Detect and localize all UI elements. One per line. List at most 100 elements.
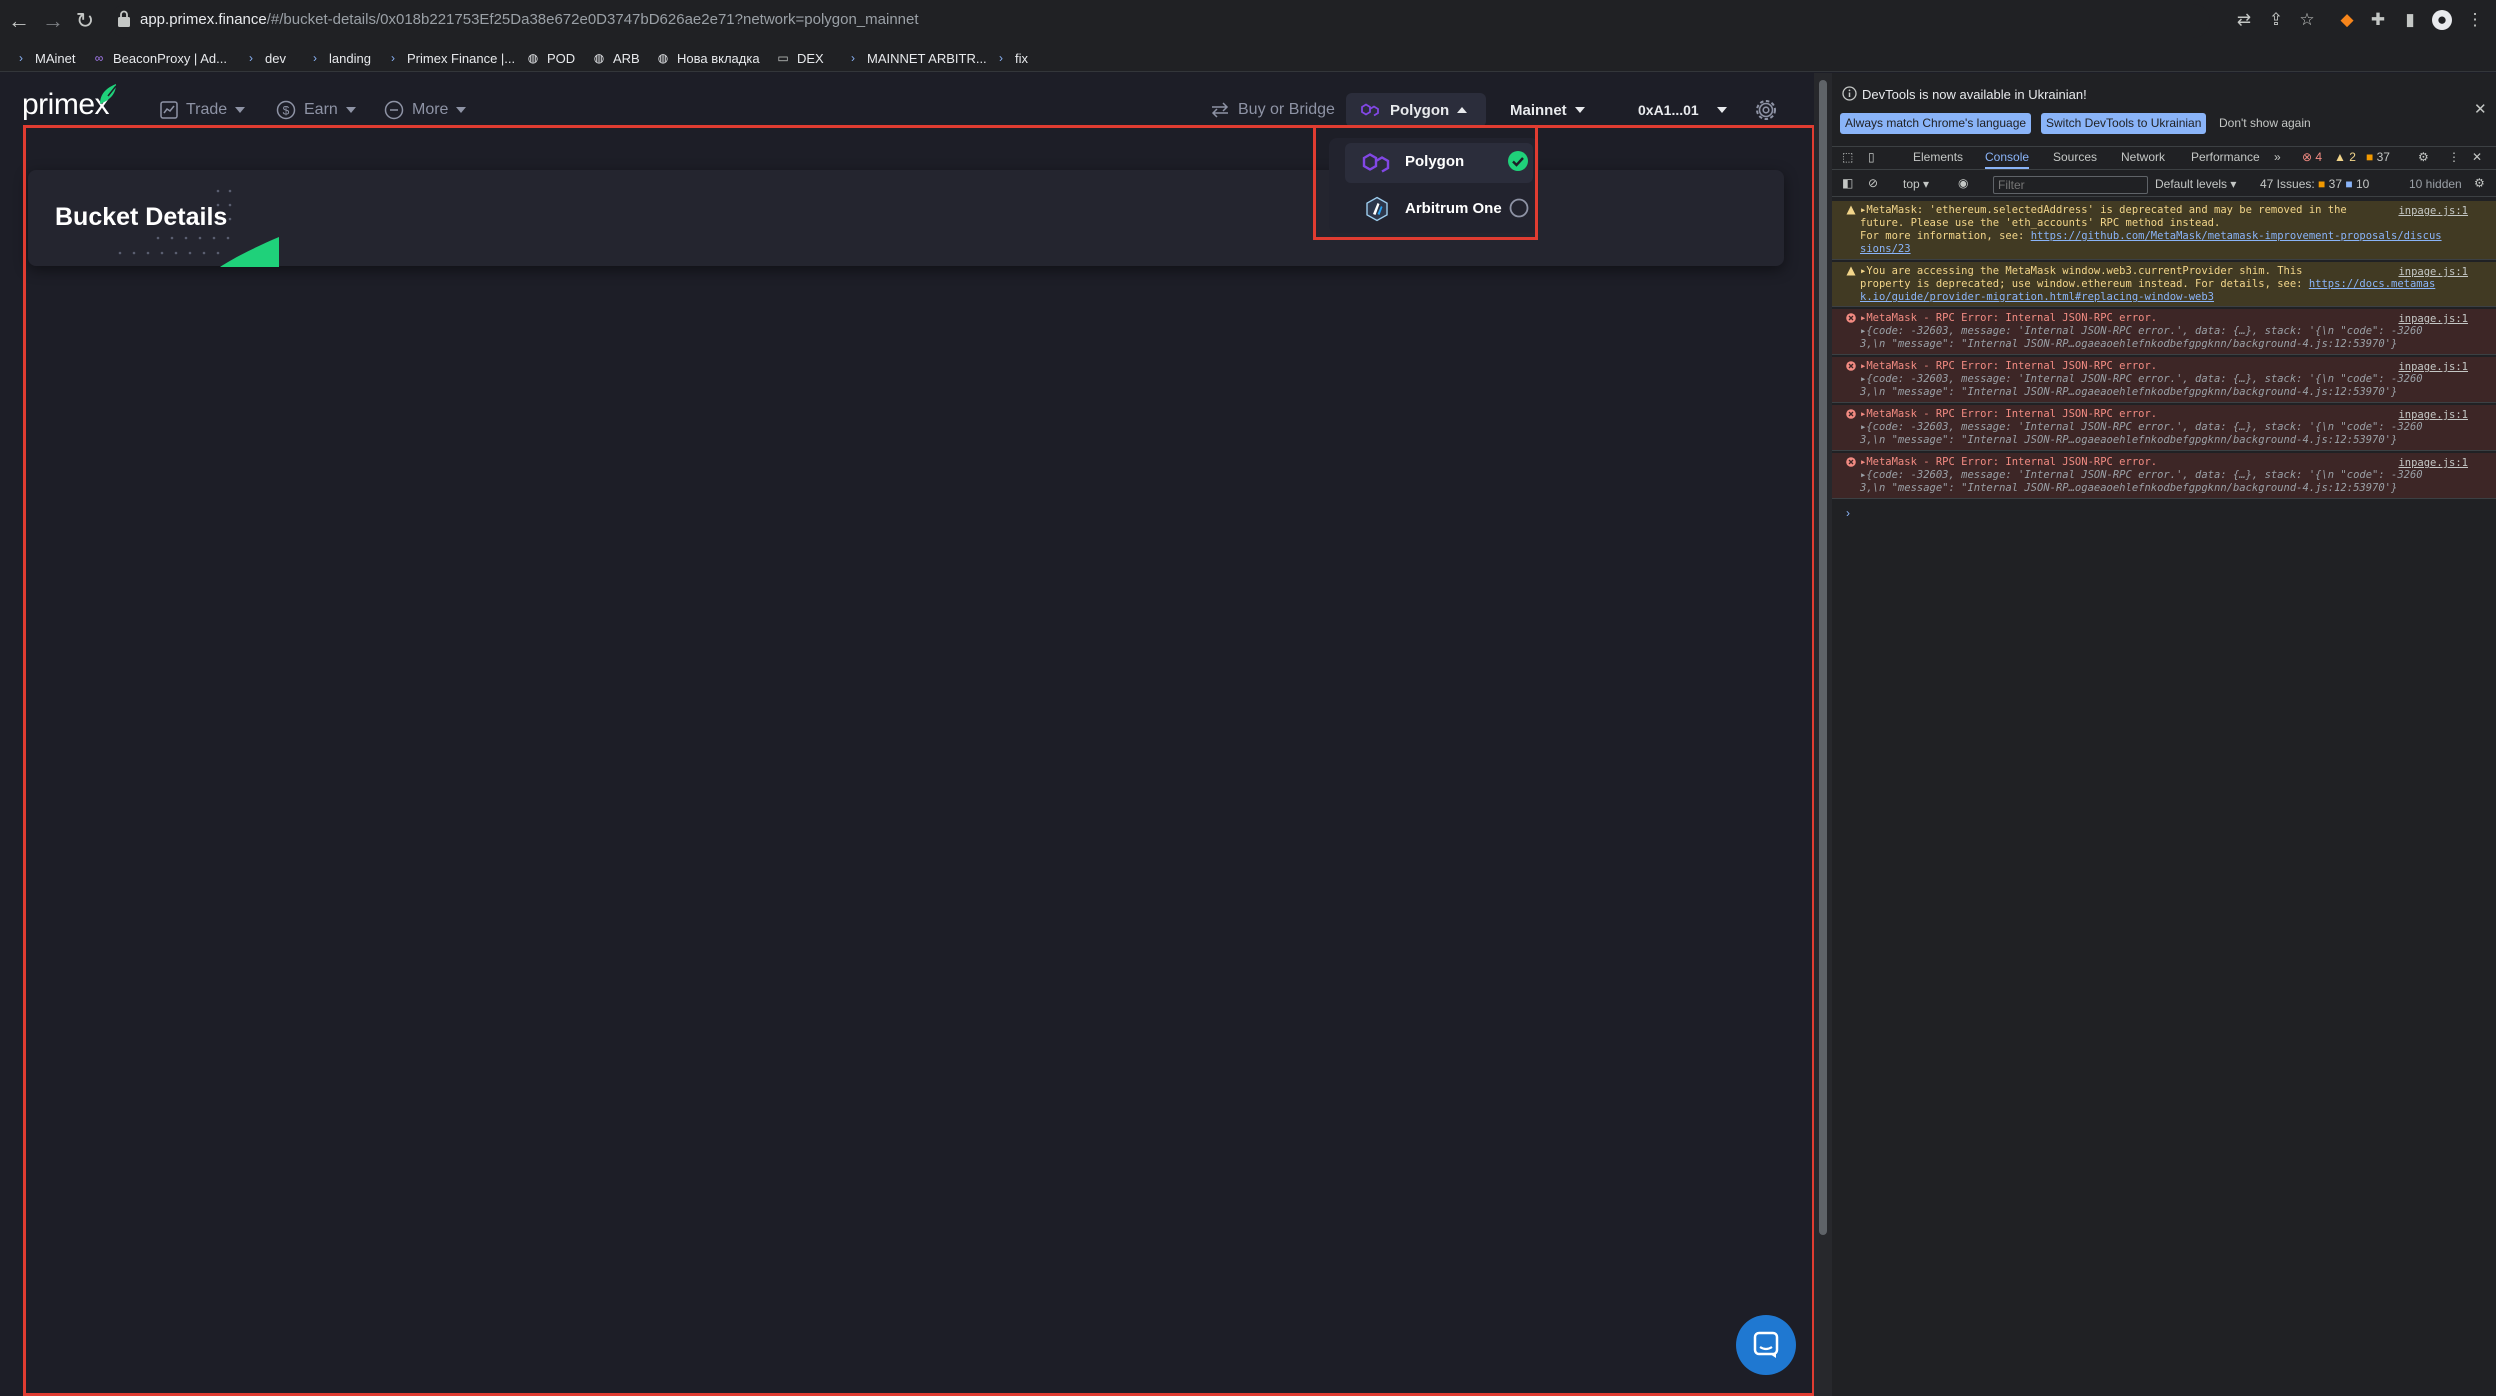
error-icon <box>1846 361 1856 371</box>
tab-performance[interactable]: Performance <box>2191 150 2260 164</box>
chevron-right-icon: › <box>391 51 395 65</box>
reload-icon[interactable]: ↻ <box>70 6 100 36</box>
console-filter-input[interactable] <box>1993 176 2148 194</box>
nav-trade[interactable]: Trade <box>160 98 246 122</box>
tab-network[interactable]: Network <box>2121 150 2165 164</box>
chat-support-button[interactable] <box>1736 1315 1796 1375</box>
url-path: /#/bucket-details/0x018b221753Ef25Da38e6… <box>266 11 919 28</box>
bookmark-star-icon[interactable]: ☆ <box>2297 10 2317 30</box>
back-arrow-icon[interactable]: ← <box>4 6 34 36</box>
eye-icon[interactable]: ◉ <box>1958 176 1968 190</box>
issues-warn-count: 37 <box>2328 177 2342 191</box>
primex-logo[interactable]: primex <box>22 88 110 122</box>
issues-count: 37 <box>2376 150 2390 164</box>
clear-console-icon[interactable]: ⊘ <box>1868 176 1878 190</box>
settings-gear-icon[interactable] <box>1752 96 1780 124</box>
bookmark-item[interactable]: › Primex Finance |... <box>386 48 515 68</box>
message-link[interactable]: https://docs.metamas <box>2309 278 2435 290</box>
nav-earn[interactable]: $ Earn <box>276 98 356 122</box>
message-link[interactable]: k.io/guide/provider-migration.html#repla… <box>1860 291 2214 304</box>
more-tabs-icon[interactable]: » <box>2274 150 2281 164</box>
console-prompt[interactable]: › <box>1846 506 1850 520</box>
nav-earn-label: Earn <box>304 101 338 118</box>
bookmark-folder[interactable]: ▭ DEX <box>776 48 823 68</box>
metamask-fox-icon[interactable]: ◆ <box>2337 10 2357 30</box>
side-panel-icon[interactable]: ▮ <box>2400 10 2420 30</box>
warning-count: 2 <box>2349 150 2356 164</box>
issues-count-badge[interactable]: ■ 37 <box>2366 150 2390 164</box>
bookmark-item[interactable]: › MAinet <box>14 48 75 68</box>
message-line: ▸MetaMask - RPC Error: Internal JSON-RPC… <box>1860 408 2158 420</box>
translate-icon[interactable]: ⇄ <box>2234 10 2254 30</box>
bookmark-label: BeaconProxy | Ad... <box>113 50 227 66</box>
message-source-link[interactable]: inpage.js:1 <box>2398 457 2468 470</box>
sidebar-toggle-icon[interactable]: ◧ <box>1842 176 1853 190</box>
bookmark-item[interactable]: › fix <box>994 48 1028 68</box>
tab-sources[interactable]: Sources <box>2053 150 2097 164</box>
error-count-badge[interactable]: ⊗ 4 <box>2302 150 2322 164</box>
bookmark-item[interactable]: › MAINNET ARBITR... <box>846 48 987 68</box>
console-message-error[interactable]: ▸MetaMask - RPC Error: Internal JSON-RPC… <box>1832 357 2496 403</box>
console-settings-icon[interactable]: ⚙ <box>2474 176 2485 190</box>
console-message-warning[interactable]: ▸MetaMask: 'ethereum.selectedAddress' is… <box>1832 201 2496 260</box>
chevron-right-icon: › <box>313 51 317 65</box>
chevron-right-icon: › <box>19 51 23 65</box>
bookmark-label: Primex Finance |... <box>407 50 516 66</box>
bookmarks-bar <box>0 42 2496 72</box>
device-toggle-icon[interactable]: ▯ <box>1868 150 1875 164</box>
chart-line-icon <box>160 101 178 119</box>
bookmark-item[interactable]: ◍ ARB <box>592 48 640 68</box>
message-source-link[interactable]: inpage.js:1 <box>2398 361 2468 374</box>
dont-show-again-button[interactable]: Don't show again <box>2214 113 2316 134</box>
tab-console[interactable]: Console <box>1985 150 2030 169</box>
switch-language-button[interactable]: Switch DevTools to Ukrainian <box>2041 113 2207 134</box>
console-message-error[interactable]: ▸MetaMask - RPC Error: Internal JSON-RPC… <box>1832 309 2496 355</box>
devtools-settings-icon[interactable]: ⚙ <box>2418 150 2429 164</box>
bookmark-item[interactable]: › landing <box>308 48 371 68</box>
bookmark-item[interactable]: ∞ BeaconProxy | Ad... <box>92 48 227 68</box>
buy-or-bridge-button[interactable]: Buy or Bridge <box>1210 98 1335 122</box>
environment-selector[interactable]: Mainnet <box>1510 98 1585 122</box>
message-source-link[interactable]: inpage.js:1 <box>2398 205 2468 218</box>
account-selector[interactable]: 0xA1...01 <box>1638 98 1727 122</box>
message-source-link[interactable]: inpage.js:1 <box>2398 409 2468 422</box>
message-link[interactable]: sions/23 <box>1860 243 1911 256</box>
tab-elements[interactable]: Elements <box>1913 150 1963 164</box>
browser-menu-icon[interactable]: ⋮ <box>2465 10 2485 30</box>
bookmark-item[interactable]: ◍ POD <box>526 48 575 68</box>
close-icon[interactable]: ✕ <box>2474 100 2487 118</box>
url-text[interactable]: app.primex.finance/#/bucket-details/0x01… <box>140 11 919 28</box>
message-line: ▸MetaMask - RPC Error: Internal JSON-RPC… <box>1860 312 2158 324</box>
message-source-link[interactable]: inpage.js:1 <box>2398 313 2468 326</box>
error-icon <box>1846 457 1856 467</box>
message-link[interactable]: https://github.com/MetaMask/metamask-imp… <box>2031 230 2442 242</box>
bookmark-item[interactable]: ◍ Нова вкладка <box>656 48 760 68</box>
console-message-error[interactable]: ▸MetaMask - RPC Error: Internal JSON-RPC… <box>1832 453 2496 499</box>
inspect-element-icon[interactable]: ⬚ <box>1842 150 1853 164</box>
issues-label: 47 Issues: <box>2260 177 2315 191</box>
check-circle-icon <box>1508 151 1528 171</box>
context-selector[interactable]: top ▾ <box>1903 177 1929 191</box>
radio-unchecked-icon[interactable] <box>1508 197 1530 219</box>
nav-more-label: More <box>412 101 449 118</box>
match-language-button[interactable]: Always match Chrome's language <box>1840 113 2032 134</box>
network-selector[interactable]: Polygon <box>1360 98 1468 122</box>
devtools-menu-icon[interactable]: ⋮ <box>2448 150 2460 164</box>
forward-arrow-icon[interactable]: → <box>38 6 68 36</box>
message-source-link[interactable]: inpage.js:1 <box>2398 266 2468 279</box>
issues-summary[interactable]: 47 Issues: ■ 37 ■ 10 <box>2260 177 2369 191</box>
nav-more[interactable]: More <box>384 98 467 122</box>
extensions-puzzle-icon[interactable]: ✚ <box>2368 10 2388 30</box>
bookmark-item[interactable]: › dev <box>244 48 286 68</box>
bookmark-label: MAINNET ARBITR... <box>867 50 987 66</box>
console-message-warning[interactable]: ▸You are accessing the MetaMask window.w… <box>1832 262 2496 307</box>
share-icon[interactable]: ⇪ <box>2266 10 2286 30</box>
log-levels-dropdown[interactable]: Default levels ▾ <box>2155 177 2236 191</box>
arbitrum-logo-icon <box>1366 196 1388 222</box>
page-scrollbar-thumb[interactable] <box>1819 80 1827 1235</box>
console-message-error[interactable]: ▸MetaMask - RPC Error: Internal JSON-RPC… <box>1832 405 2496 451</box>
warning-count-badge[interactable]: ▲ 2 <box>2334 150 2356 164</box>
profile-avatar-icon[interactable]: ● <box>2432 10 2452 30</box>
close-devtools-icon[interactable]: ✕ <box>2472 150 2482 164</box>
polygon-logo-icon <box>1362 153 1390 173</box>
